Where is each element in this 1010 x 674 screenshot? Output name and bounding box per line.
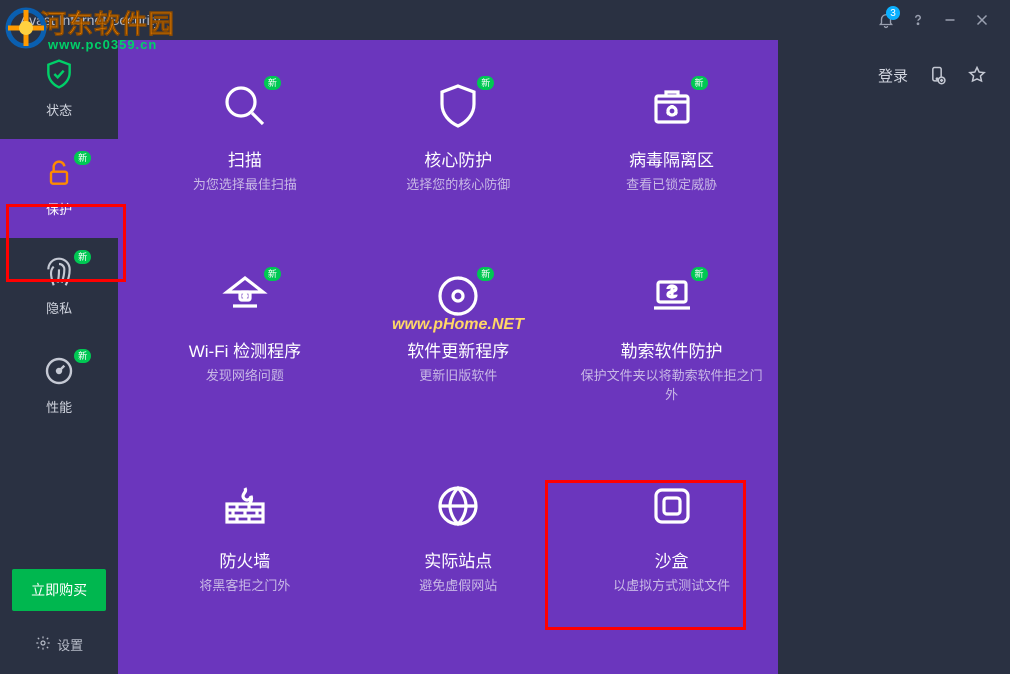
tile-sandbox[interactable]: 沙盒 以虚拟方式测试文件 xyxy=(565,473,778,606)
tile-desc: 避免虚假网站 xyxy=(419,576,497,596)
tile-ransomware-shield[interactable]: 新 勒索软件防护 保护文件夹以将勒索软件拒之门外 xyxy=(565,263,778,415)
lock-open-icon xyxy=(43,157,75,194)
notifications-button[interactable]: 3 xyxy=(870,4,902,36)
add-device-button[interactable] xyxy=(926,64,948,86)
tile-desc: 以虚拟方式测试文件 xyxy=(613,576,730,596)
notification-count-badge: 3 xyxy=(886,6,900,20)
new-badge: 新 xyxy=(477,267,494,281)
question-icon xyxy=(909,11,927,29)
tile-real-site[interactable]: 实际站点 避免虚假网站 xyxy=(352,473,565,606)
title-bar: Avast Internet Security 3 xyxy=(0,0,1010,40)
shield-icon xyxy=(434,82,482,135)
sandbox-icon xyxy=(648,482,696,535)
tile-desc: 选择您的核心防御 xyxy=(406,175,510,195)
buy-now-button[interactable]: 立即购买 xyxy=(12,569,106,611)
new-badge: 新 xyxy=(264,267,281,281)
shield-check-icon xyxy=(43,58,75,95)
tile-title: 软件更新程序 xyxy=(407,337,509,362)
tile-title: 勒索软件防护 xyxy=(621,337,723,362)
new-badge: 新 xyxy=(74,151,91,165)
search-icon xyxy=(221,82,269,135)
settings-label: 设置 xyxy=(57,635,83,654)
sidebar: 状态 新 保护 新 隐私 xyxy=(0,40,118,674)
sidebar-item-label: 保护 xyxy=(46,199,72,218)
login-button[interactable]: 登录 xyxy=(878,65,908,86)
biohazard-box-icon xyxy=(648,82,696,135)
sidebar-item-protect[interactable]: 新 保护 xyxy=(0,139,118,238)
fingerprint-icon xyxy=(43,256,75,293)
new-badge: 新 xyxy=(691,76,708,90)
favorite-button[interactable] xyxy=(966,64,988,86)
tile-wifi-inspector[interactable]: 新 Wi-Fi 检测程序 发现网络问题 xyxy=(138,263,351,415)
tile-core-shield[interactable]: 新 核心防护 选择您的核心防御 xyxy=(352,72,565,205)
star-icon xyxy=(967,65,987,85)
new-badge: 新 xyxy=(264,76,281,90)
tile-virus-chest[interactable]: 新 病毒隔离区 查看已锁定威胁 xyxy=(565,72,778,205)
right-panel: 登录 xyxy=(778,40,1010,674)
device-plus-icon xyxy=(927,65,947,85)
tile-desc: 更新旧版软件 xyxy=(419,366,497,386)
close-icon xyxy=(973,11,991,29)
firewall-icon xyxy=(221,482,269,535)
new-badge: 新 xyxy=(74,250,91,264)
tile-title: 防火墙 xyxy=(219,547,270,572)
tile-software-updater[interactable]: 新 软件更新程序 更新旧版软件 xyxy=(352,263,565,415)
tile-desc: 为您选择最佳扫描 xyxy=(193,175,297,195)
tile-title: 实际站点 xyxy=(424,547,492,572)
sidebar-item-privacy[interactable]: 新 隐私 xyxy=(0,238,118,337)
tile-title: 扫描 xyxy=(228,146,262,171)
gear-icon xyxy=(35,635,51,654)
tile-desc: 发现网络问题 xyxy=(206,366,284,386)
sidebar-item-label: 性能 xyxy=(46,397,72,416)
new-badge: 新 xyxy=(691,267,708,281)
tile-scan[interactable]: 新 扫描 为您选择最佳扫描 xyxy=(138,72,351,205)
minimize-icon xyxy=(941,11,959,29)
tile-title: 核心防护 xyxy=(424,146,492,171)
sidebar-item-performance[interactable]: 新 性能 xyxy=(0,337,118,436)
tile-title: 病毒隔离区 xyxy=(629,146,714,171)
sidebar-item-label: 隐私 xyxy=(46,298,72,317)
buy-now-label: 立即购买 xyxy=(31,580,87,600)
new-badge: 新 xyxy=(477,76,494,90)
laptop-dollar-icon xyxy=(648,272,696,325)
new-badge: 新 xyxy=(74,349,91,363)
globe-icon xyxy=(434,482,482,535)
tile-title: 沙盒 xyxy=(655,547,689,572)
disc-refresh-icon xyxy=(434,272,482,325)
tile-title: Wi-Fi 检测程序 xyxy=(189,337,301,362)
close-button[interactable] xyxy=(966,4,998,36)
tile-desc: 保护文件夹以将勒索软件拒之门外 xyxy=(577,366,766,405)
router-lock-icon xyxy=(221,272,269,325)
tile-desc: 将黑客拒之门外 xyxy=(199,576,290,596)
minimize-button[interactable] xyxy=(934,4,966,36)
tile-desc: 查看已锁定威胁 xyxy=(626,175,717,195)
sidebar-item-label: 状态 xyxy=(46,100,72,119)
help-button[interactable] xyxy=(902,4,934,36)
tile-firewall[interactable]: 防火墙 将黑客拒之门外 xyxy=(138,473,351,606)
settings-button[interactable]: 设置 xyxy=(0,629,118,660)
gauge-icon xyxy=(43,355,75,392)
content-panel: 新 扫描 为您选择最佳扫描 新 核心防护 选择您的核心防御 新 病毒隔离区 xyxy=(118,40,778,674)
app-title: Avast Internet Security xyxy=(20,12,161,28)
sidebar-item-status[interactable]: 状态 xyxy=(0,40,118,139)
